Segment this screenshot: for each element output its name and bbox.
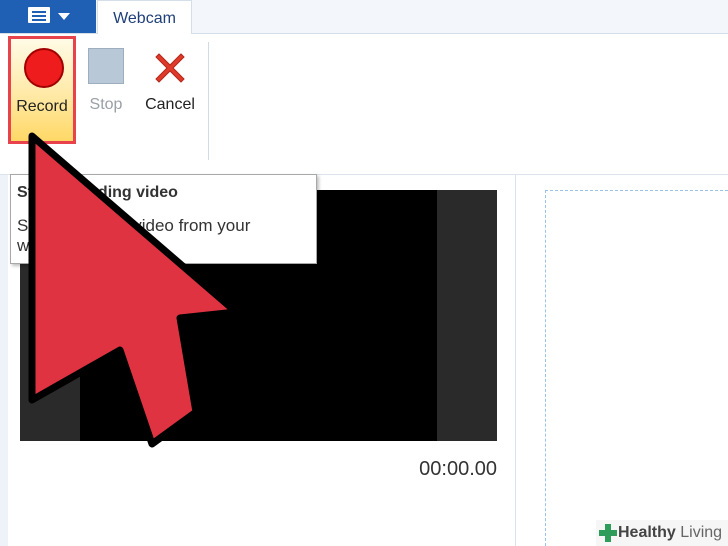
watermark-text: Healthy Living (618, 524, 722, 542)
watermark-part1: Healthy (618, 524, 676, 541)
watermark: Healthy Living (596, 520, 728, 546)
pointer-arrow-icon (28, 132, 240, 448)
watermark-part2: Living (680, 524, 723, 541)
cross-logo-icon (599, 524, 617, 542)
